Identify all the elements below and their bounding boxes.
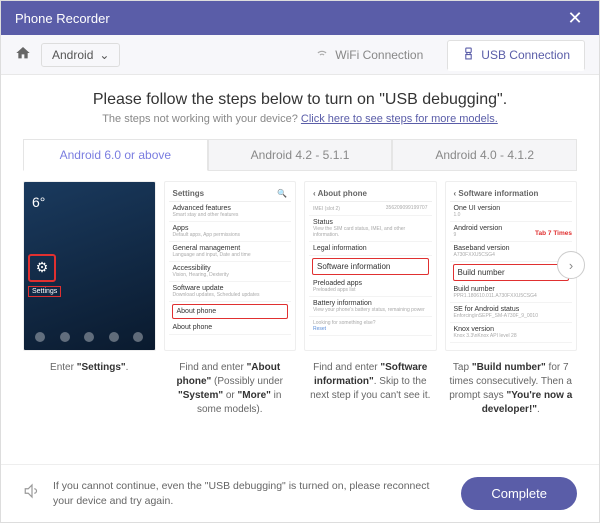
footer-note: If you cannot continue, even the "USB de… [53,479,449,508]
tab-android-6[interactable]: Android 6.0 or above [23,139,208,171]
step-2: Settings🔍 Advanced featuresSmart stay an… [164,181,297,417]
app-window: Phone Recorder ✕ Android ⌄ WiFi Connecti… [0,0,600,523]
step-3-screenshot: ‹ About phone IMEI (slot 2) 356209099199… [304,181,437,351]
tap-7-label: Tab 7 Times [535,230,572,237]
close-icon[interactable]: ✕ [565,8,585,29]
titlebar: Phone Recorder ✕ [1,1,599,35]
step-1: 6° ⚙ Settings Enter "Settings". [23,181,156,375]
next-arrow-icon[interactable]: › [557,251,585,279]
subtitle: The steps not working with your device? … [23,113,577,125]
window-title: Phone Recorder [15,11,110,26]
chevron-down-icon: ⌄ [99,48,109,62]
footer: If you cannot continue, even the "USB de… [1,464,599,522]
step-3-caption: Find and enter "Software information". S… [304,361,437,403]
step-1-screenshot: 6° ⚙ Settings [23,181,156,351]
tab-wifi-connection[interactable]: WiFi Connection [301,40,437,69]
search-icon: 🔍 [277,189,287,198]
usb-label: USB Connection [481,48,570,62]
step-4-caption: Tap "Build number" for 7 times consecuti… [445,361,578,417]
more-models-link[interactable]: Click here to see steps for more models. [301,113,498,125]
step-3: ‹ About phone IMEI (slot 2) 356209099199… [304,181,437,403]
step-2-screenshot: Settings🔍 Advanced featuresSmart stay an… [164,181,297,351]
wifi-icon [315,46,329,63]
tab-android-40[interactable]: Android 4.0 - 4.1.2 [392,139,577,170]
wifi-label: WiFi Connection [335,48,423,62]
content: Please follow the steps below to turn on… [1,75,599,464]
gear-icon: ⚙ [28,254,56,282]
device-label: Android [52,48,93,62]
tab-android-42[interactable]: Android 4.2 - 5.1.1 [208,139,393,170]
device-select[interactable]: Android ⌄ [41,43,120,67]
speaker-icon [23,482,41,505]
tab-usb-connection[interactable]: USB Connection [447,40,585,71]
usb-icon [462,47,475,63]
page-title: Please follow the steps below to turn on… [23,91,577,109]
step-2-caption: Find and enter "About phone" (Possibly u… [164,361,297,417]
home-icon[interactable] [15,45,31,65]
steps-container: 6° ⚙ Settings Enter "Settings". Settings… [23,181,577,417]
step-1-caption: Enter "Settings". [48,361,130,375]
step-4: ‹ Software information One UI version1.0… [445,181,578,417]
complete-button[interactable]: Complete [461,477,577,510]
version-tabs: Android 6.0 or above Android 4.2 - 5.1.1… [23,139,577,171]
toolbar: Android ⌄ WiFi Connection USB Connection [1,35,599,75]
